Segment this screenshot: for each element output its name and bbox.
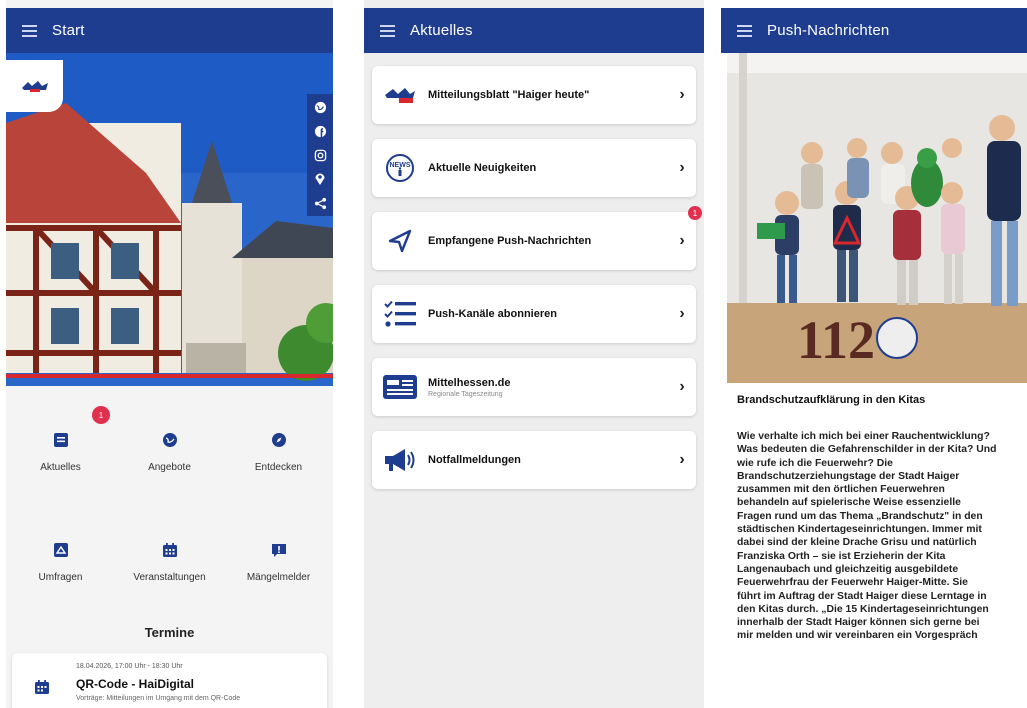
tile-aktuelles[interactable]: Aktuelles [6, 428, 115, 473]
chevron-right-icon: › [679, 159, 685, 176]
tile-label: Umfragen [38, 572, 83, 583]
list-item-mittelhessen[interactable]: Mittelhessen.de Regionale Tageszeitung › [372, 358, 696, 416]
globe-icon[interactable] [311, 98, 329, 116]
item-label: Empfangene Push-Nachrichten [428, 235, 592, 247]
news-body: Wie verhalte ich mich bei einer Rauchent… [737, 431, 997, 642]
app-bar: Start [6, 8, 333, 53]
list-item-push-kanaele[interactable]: Push-Kanäle abonnieren › [372, 285, 696, 343]
notification-badge: 1 [92, 406, 110, 424]
app-bar-title: Aktuelles [410, 22, 473, 39]
send-icon [372, 212, 428, 270]
event-date: 18.04.2026, 17:00 Uhr - 18:30 Uhr [76, 663, 183, 670]
termine-heading: Termine [144, 625, 195, 640]
item-label: Mitteilungsblatt "Haiger heute" [428, 89, 590, 101]
menu-icon[interactable] [721, 24, 767, 37]
news-icon [49, 428, 73, 452]
list-item-neuigkeiten[interactable]: NEWS Aktuelle Neuigkeiten › [372, 139, 696, 197]
haiger-logo-icon [372, 66, 428, 124]
item-label: Notfallmeldungen [428, 454, 521, 466]
tile-veranstaltungen[interactable]: Veranstaltungen [115, 538, 224, 583]
app-bar: Aktuelles [364, 8, 704, 53]
chevron-right-icon: › [679, 305, 685, 322]
divider [6, 374, 333, 378]
item-label: Mittelhessen.de Regionale Tageszeitung [428, 377, 668, 398]
tile-entdecken[interactable]: Entdecken [224, 428, 333, 473]
menu-icon[interactable] [6, 24, 52, 37]
compass-icon [267, 428, 291, 452]
menu-icon[interactable] [364, 24, 410, 37]
tile-label: Veranstaltungen [133, 572, 206, 583]
chevron-right-icon: › [679, 232, 685, 249]
app-bar: Push-Nachrichten [721, 8, 1027, 53]
tile-label: Angebote [148, 462, 191, 473]
photo-number: 112 [797, 310, 875, 370]
checklist-icon [372, 285, 428, 343]
tile-umfragen[interactable]: Umfragen [6, 538, 115, 583]
share-icon[interactable] [311, 194, 329, 212]
list-item-push-nachrichten[interactable]: Empfangene Push-Nachrichten › [372, 212, 696, 270]
news-title: Brandschutzaufklärung in den Kitas [737, 394, 926, 406]
location-pin-icon[interactable] [311, 170, 329, 188]
item-title: Mittelhessen.de [428, 376, 511, 389]
notification-badge: 1 [688, 206, 702, 220]
report-icon [267, 538, 291, 562]
aktuelles-screen: Aktuelles Mitteilungsblatt "Haiger heute… [364, 0, 704, 708]
city-logo [6, 60, 63, 112]
chevron-right-icon: › [679, 451, 685, 468]
app-bar-title: Start [52, 22, 85, 39]
item-subtitle: Regionale Tageszeitung [428, 390, 503, 398]
calendar-icon [158, 538, 182, 562]
news-photo: 112 [727, 53, 1027, 383]
tile-label: Entdecken [254, 462, 303, 473]
start-screen: Start Aktuelles 1 Angebote Entdecken Umf… [6, 0, 333, 708]
event-description: Vorträge: Mitteilungen im Umgang mit dem… [76, 695, 241, 702]
list-item-mitteilungsblatt[interactable]: Mitteilungsblatt "Haiger heute" › [372, 66, 696, 124]
instagram-icon[interactable] [311, 146, 329, 164]
tile-maengelmelder[interactable]: Mängelmelder [224, 538, 333, 583]
calendar-icon [34, 679, 50, 695]
megaphone-icon [372, 431, 428, 489]
item-label: Push-Kanäle abonnieren [428, 308, 557, 320]
item-label: Aktuelle Neuigkeiten [428, 162, 537, 174]
globe-icon [158, 428, 182, 452]
social-bar [307, 94, 333, 216]
event-card[interactable]: 18.04.2026, 17:00 Uhr - 18:30 Uhr QR-Cod… [12, 653, 327, 708]
facebook-icon[interactable] [311, 122, 329, 140]
chevron-right-icon: › [679, 86, 685, 103]
newspaper-icon [372, 358, 428, 416]
list-item-notfallmeldungen[interactable]: Notfallmeldungen › [372, 431, 696, 489]
news-icon: NEWS [372, 139, 428, 197]
tile-label: Mängelmelder [246, 572, 311, 583]
tile-angebote[interactable]: Angebote [115, 428, 224, 473]
poll-icon [49, 538, 73, 562]
tile-label: Aktuelles [40, 462, 81, 473]
chevron-right-icon: › [679, 378, 685, 395]
app-bar-title: Push-Nachrichten [767, 22, 890, 39]
push-nachrichten-screen: Push-Nachrichten 112 Brandschutzaufkläru… [721, 0, 1027, 708]
event-title: QR-Code - HaiDigital [76, 677, 195, 691]
